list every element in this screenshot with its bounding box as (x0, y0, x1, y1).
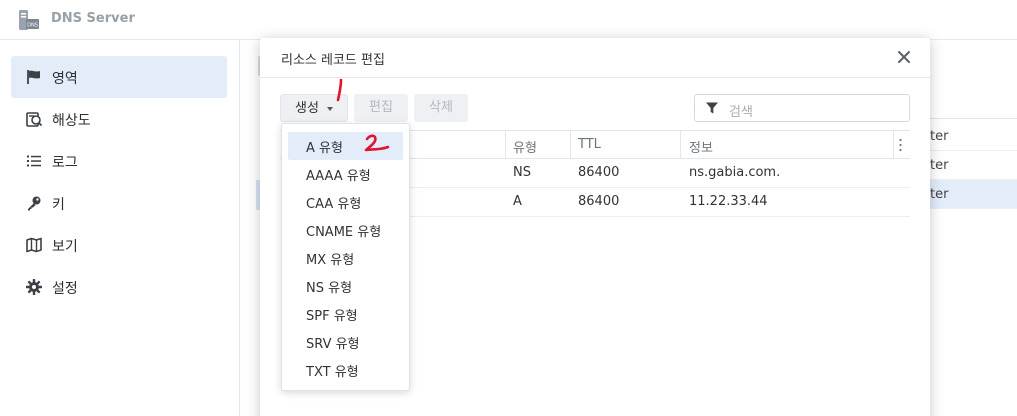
column-header-info[interactable]: 정보 (689, 137, 713, 156)
sidebar: 영역 해상도 로그 키 보기 설정 (0, 40, 240, 416)
background-table-header-line (930, 118, 1017, 119)
dialog-title: 리소스 레코드 편집 (281, 53, 385, 68)
create-dropdown-menu: A 유형 AAAA 유형 CAA 유형 CNAME 유형 MX 유형 NS 유형… (281, 123, 410, 391)
column-divider (505, 131, 506, 159)
menu-item-label: A 유형 (306, 141, 343, 156)
close-icon[interactable] (896, 49, 912, 65)
key-icon (28, 196, 41, 211)
menu-item-label: MX 유형 (306, 253, 355, 268)
create-button-label: 생성 (295, 101, 319, 116)
column-header-type[interactable]: 유형 (513, 137, 537, 156)
background-table-row-selected[interactable]: ter (930, 180, 1017, 209)
edit-button[interactable]: 편집 (354, 94, 408, 122)
gear-icon (26, 279, 42, 295)
background-row-text: ter (930, 158, 949, 173)
annotation-mark-1: 1 (336, 78, 343, 102)
background-table-row[interactable]: ter (930, 151, 1017, 180)
menu-item-label: SPF 유형 (306, 309, 358, 324)
column-divider (570, 131, 571, 159)
cell-ttl: 86400 (578, 165, 620, 180)
search-input[interactable]: 검색 (694, 94, 910, 122)
menu-item-mx-record[interactable]: MX 유형 (288, 244, 403, 272)
cell-info: ns.gabia.com. (689, 165, 781, 180)
sidebar-item-label: 보기 (52, 239, 78, 255)
sidebar-item-label: 영역 (52, 71, 78, 87)
menu-item-caa-record[interactable]: CAA 유형 (288, 188, 403, 216)
app-title: DNS Server (51, 11, 135, 26)
menu-item-cname-record[interactable]: CNAME 유형 (288, 216, 403, 244)
app-titlebar: DNS DNS Server (0, 0, 1017, 40)
menu-item-label: TXT 유형 (306, 365, 359, 380)
column-divider (680, 131, 681, 159)
dns-server-app-icon: DNS (19, 10, 39, 30)
cell-type: A (513, 194, 522, 209)
column-header-ttl[interactable]: TTL (578, 137, 601, 152)
sidebar-item-resolution[interactable]: 해상도 (11, 98, 227, 140)
filter-icon (706, 102, 718, 114)
menu-item-label: NS 유형 (306, 281, 353, 296)
delete-button[interactable]: 삭제 (414, 94, 468, 122)
sidebar-item-zone[interactable]: 영역 (11, 56, 227, 98)
sidebar-item-settings[interactable]: 설정 (11, 266, 227, 308)
sidebar-item-log[interactable]: 로그 (11, 140, 227, 182)
cell-ttl: 86400 (578, 194, 620, 209)
menu-item-srv-record[interactable]: SRV 유형 (288, 328, 403, 356)
sidebar-item-view[interactable]: 보기 (11, 224, 227, 266)
background-row-text: ter (930, 187, 949, 202)
menu-item-label: CAA 유형 (306, 197, 362, 212)
menu-item-spf-record[interactable]: SPF 유형 (288, 300, 403, 328)
svg-text:DNS: DNS (27, 23, 38, 29)
menu-item-label: SRV 유형 (306, 337, 360, 352)
cell-type: NS (513, 165, 531, 180)
chevron-down-icon (327, 107, 333, 111)
sidebar-item-label: 해상도 (52, 113, 91, 129)
menu-item-label: CNAME 유형 (306, 225, 382, 240)
menu-item-ns-record[interactable]: NS 유형 (288, 272, 403, 300)
background-row-text: ter (930, 129, 949, 144)
menu-item-label: AAAA 유형 (306, 169, 371, 184)
resolution-icon (26, 112, 43, 127)
list-icon (27, 155, 41, 167)
column-menu-icon[interactable] (899, 138, 902, 152)
background-table-row[interactable]: ter (930, 122, 1017, 151)
menu-item-txt-record[interactable]: TXT 유형 (288, 356, 403, 384)
sidebar-item-label: 설정 (52, 281, 78, 297)
sidebar-item-key[interactable]: 키 (11, 182, 227, 224)
sidebar-item-label: 로그 (52, 155, 78, 171)
menu-item-aaaa-record[interactable]: AAAA 유형 (288, 160, 403, 188)
dialog-divider (260, 77, 930, 78)
search-placeholder: 검색 (729, 105, 753, 120)
column-divider (893, 131, 894, 159)
cell-info: 11.22.33.44 (689, 194, 768, 209)
map-icon (26, 237, 42, 253)
sidebar-item-label: 키 (52, 197, 65, 213)
flag-icon (27, 70, 40, 84)
annotation-mark-2: 2 (364, 134, 390, 152)
